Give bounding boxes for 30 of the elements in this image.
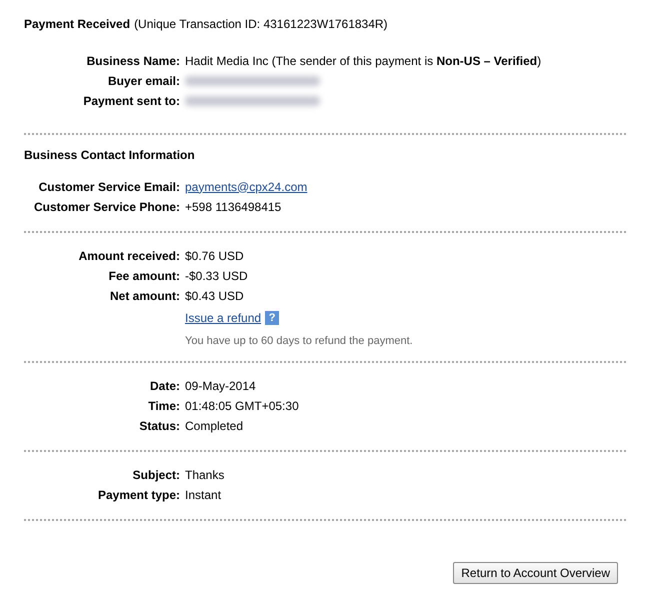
field-label: Status:: [138, 418, 181, 432]
field-label: Subject:: [132, 468, 181, 482]
refund-link[interactable]: Issue a refund: [185, 311, 262, 325]
field-label: Fee amount:: [108, 268, 181, 282]
field-label: Buyer email:: [106, 74, 181, 88]
field-label: Amount received:: [78, 248, 181, 262]
field-value: Hadit Media Inc (The sender of this payment is Non-US – Verified): [185, 54, 542, 68]
refund-note: You have up to 60 days to refund the payment.: [185, 335, 414, 347]
email-link[interactable]: payments@cpx24.com: [185, 180, 308, 194]
field-label: Customer Service Email:: [38, 180, 181, 194]
section-heading: Business Contact Information: [24, 148, 196, 162]
field-label: Customer Service Phone:: [32, 200, 181, 214]
field-value: Completed: [185, 418, 244, 432]
page-title: Payment Received: [24, 17, 130, 31]
field-value: Instant: [185, 488, 222, 502]
field-label: Business Name:: [86, 54, 181, 68]
field-value: -$0.33 USD: [185, 268, 248, 282]
field-value: $0.76 USD: [185, 248, 244, 262]
field-label: Payment sent to:: [82, 94, 181, 108]
field-value: +598 1136498415: [185, 200, 282, 214]
field-label: Net amount:: [109, 288, 181, 302]
transaction-id: (Unique Transaction ID: 43161223W1761834R): [134, 17, 388, 31]
field-label: Time:: [147, 398, 181, 412]
field-value: 09-May-2014: [185, 378, 256, 392]
field-value: 01:48:05 GMT+05:30: [185, 398, 299, 412]
field-label: Payment type:: [96, 488, 181, 502]
field-value: Thanks: [185, 468, 224, 482]
field-value: $0.43 USD: [185, 288, 244, 302]
field-label: Date:: [148, 378, 181, 392]
return-button[interactable]: Return to Account Overview: [453, 562, 618, 584]
